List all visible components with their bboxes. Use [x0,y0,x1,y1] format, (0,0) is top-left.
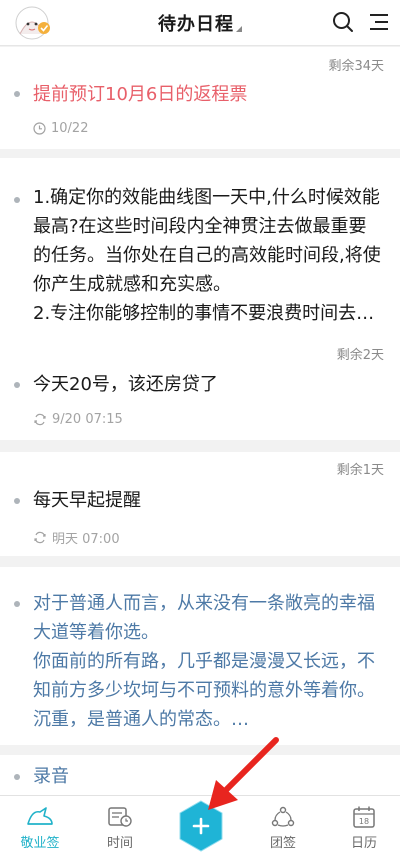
item-text: 对于普通人而言，从来没有一条敞亮的幸福大道等着你选。 你面前的所有路，几乎都是漫… [33,593,375,730]
bullet-dot [14,382,20,388]
remaining-days: 剩余1天 [336,463,384,478]
time-icon [107,805,133,829]
list-item[interactable]: 录音 [0,755,400,795]
avatar-icon[interactable] [14,4,54,42]
list-item[interactable]: 剩余34天 提前预订10月6日的返程票 10/22 [0,47,400,149]
item-text: 录音 [33,766,69,787]
title-dropdown[interactable]: 待办日程 [158,10,242,36]
bullet-dot [14,774,20,780]
list-item[interactable]: 剩余1天 每天早起提醒 明天 07:00 [0,452,400,556]
tab-label: 时间 [106,836,133,851]
item-text: 今天20号，该还房贷了 [33,374,218,395]
item-text: 提前预订10月6日的返程票 [33,84,248,105]
clock-icon [33,122,46,135]
bullet-dot [14,197,20,203]
list-item[interactable]: 剩余2天 今天20号，该还房贷了 9/20 07:15 [0,337,400,440]
item-date: 10/22 [33,121,88,136]
tab-calendar[interactable]: 18 日历 [324,796,400,853]
team-icon [271,805,295,829]
tab-label: 日历 [350,836,377,851]
caret-icon [236,25,242,32]
add-button[interactable] [178,800,224,852]
bullet-dot [14,601,20,607]
date-text: 9/20 07:15 [52,412,123,427]
date-text: 10/22 [51,121,89,136]
note-icon [26,805,54,829]
search-icon[interactable] [328,7,358,37]
item-date: 明天 07:00 [33,528,120,547]
bullet-dot [14,498,20,504]
repeat-icon [33,531,47,544]
calendar-icon: 18 [352,805,376,829]
bullet-dot [14,91,20,97]
remaining-days: 剩余34天 [328,59,384,74]
list-item[interactable]: 对于普通人而言，从来没有一条敞亮的幸福大道等着你选。 你面前的所有路，几乎都是漫… [0,567,400,745]
tab-label: 团签 [269,836,296,851]
item-date: 9/20 07:15 [33,412,123,427]
app-header: 待办日程 [0,0,400,46]
calendar-day-number: 18 [359,817,369,826]
tab-jingyeqian[interactable]: 敬业签 [0,796,80,853]
date-text: 明天 07:00 [52,532,120,547]
tab-label: 敬业签 [20,836,60,851]
repeat-icon [33,413,47,426]
remaining-days: 剩余2天 [336,348,384,363]
menu-icon[interactable] [364,7,394,37]
tab-time[interactable]: 时间 [80,796,160,853]
item-text: 每天早起提醒 [33,490,141,511]
list-item[interactable]: 1.确定你的效能曲线图一天中,什么时候效能最高?在这些时间段内全神贯注去做最重要… [0,158,400,338]
tab-team[interactable]: 团签 [243,796,323,853]
item-text: 1.确定你的效能曲线图一天中,什么时候效能最高?在这些时间段内全神贯注去做最重要… [33,187,381,324]
page-title: 待办日程 [158,13,234,35]
